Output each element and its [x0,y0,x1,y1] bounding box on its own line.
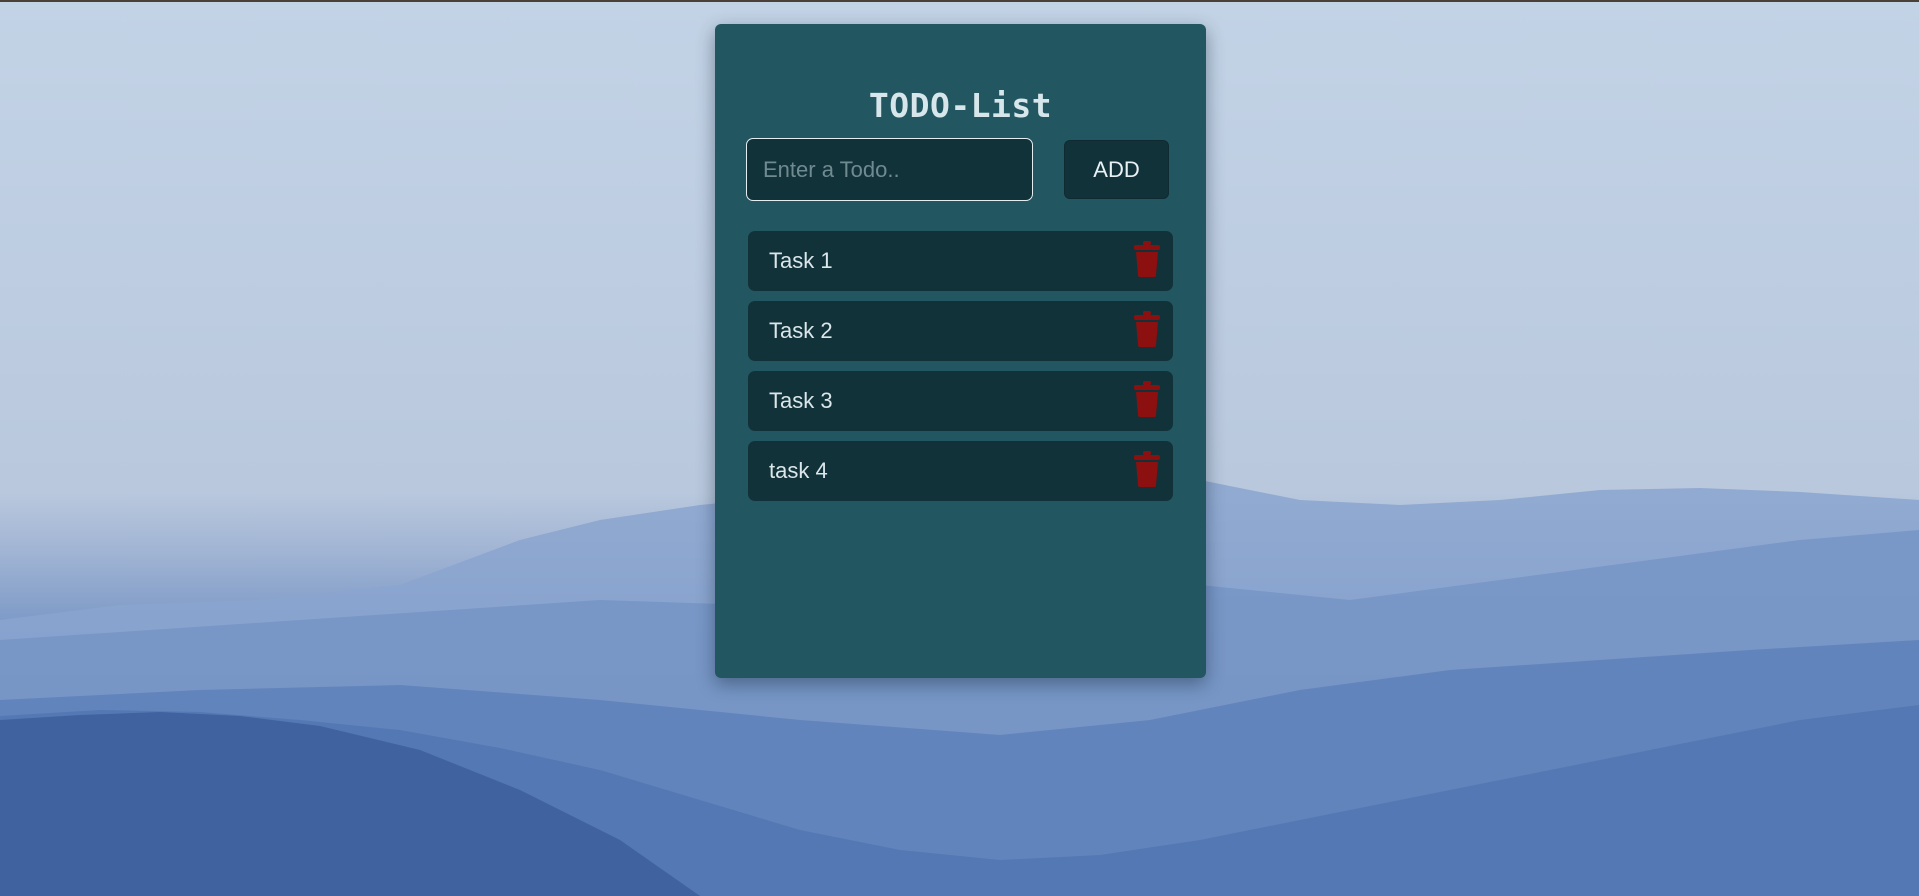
trash-icon[interactable] [1133,241,1161,277]
trash-icon[interactable] [1133,381,1161,417]
todo-input[interactable] [746,138,1033,201]
app-title: TODO-List [868,86,1053,125]
todo-item: Task 2 [748,301,1173,361]
trash-icon[interactable] [1133,311,1161,347]
todo-item-text: Task 2 [769,318,833,343]
todo-list: Task 1 Task 2 Task 3 task 4 [748,231,1173,511]
todo-item-text: Task 3 [769,388,833,413]
todo-card: TODO-List ADD Task 1 Task 2 Task 3 [715,24,1206,678]
trash-icon[interactable] [1133,451,1161,487]
todo-item: task 4 [748,441,1173,501]
add-button[interactable]: ADD [1064,140,1169,199]
todo-item: Task 3 [748,371,1173,431]
todo-item-text: Task 1 [769,248,833,273]
todo-item: Task 1 [748,231,1173,291]
todo-item-text: task 4 [769,458,828,483]
